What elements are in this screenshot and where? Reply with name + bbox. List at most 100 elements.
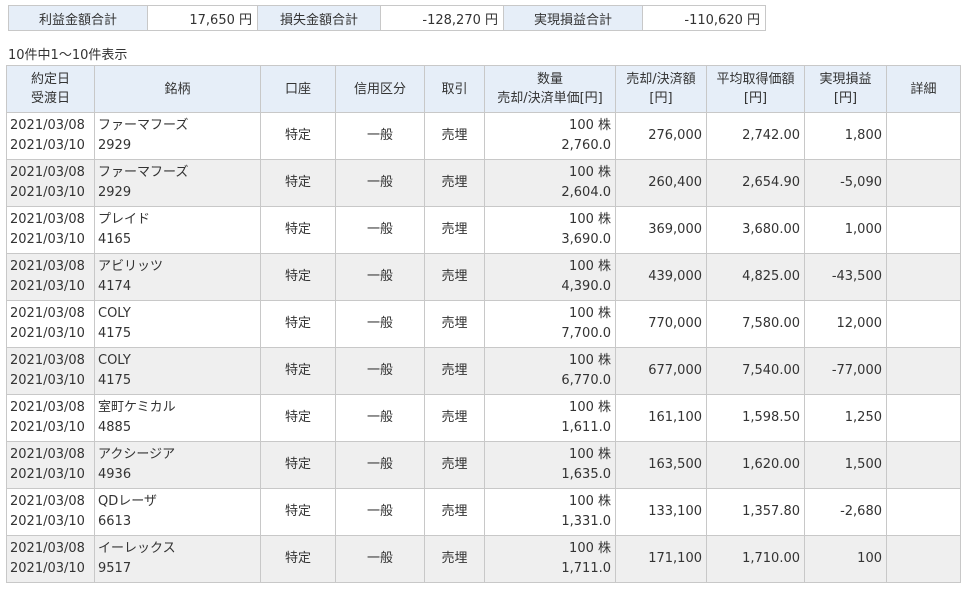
- security-cell: COLY 4175: [94, 347, 261, 395]
- qty-cell: 100 株 7,700.0: [484, 300, 616, 348]
- avg-price-unit: [円]: [743, 91, 768, 106]
- detail-cell[interactable]: [886, 206, 961, 254]
- amount-cell: 161,100: [615, 394, 707, 442]
- amount-cell: 133,100: [615, 488, 707, 536]
- table-row: 2021/03/08 2021/03/10 アビリッツ 4174 特定 一般 売埋 100 株…: [6, 253, 961, 301]
- pl-cell: 100: [804, 535, 887, 583]
- avg-price-cell: 4,825.00: [706, 253, 805, 301]
- col-header-name: 銘柄: [94, 65, 261, 113]
- avg-price-cell: 7,540.00: [706, 347, 805, 395]
- qty-cell: 100 株 1,635.0: [484, 441, 616, 489]
- account-cell: 特定: [260, 112, 336, 160]
- delivery-date: 2021/03/10: [10, 467, 85, 482]
- unit-price: 6,770.0: [561, 373, 611, 388]
- quantity: 100 株: [569, 212, 611, 227]
- trade-cell: 売埋: [424, 112, 485, 160]
- quantity: 100 株: [569, 447, 611, 462]
- quantity: 100 株: [569, 353, 611, 368]
- qty-cell: 100 株 4,390.0: [484, 253, 616, 301]
- detail-cell[interactable]: [886, 253, 961, 301]
- detail-cell[interactable]: [886, 488, 961, 536]
- col-header-amount: 売却/決済額 [円]: [615, 65, 707, 113]
- delivery-date: 2021/03/10: [10, 420, 85, 435]
- delivery-date: 2021/03/10: [10, 138, 85, 153]
- detail-cell[interactable]: [886, 159, 961, 207]
- contract-date: 2021/03/08: [10, 118, 85, 133]
- security-cell: ファーマフーズ 2929: [94, 159, 261, 207]
- amount-cell: 260,400: [615, 159, 707, 207]
- pl-cell: -5,090: [804, 159, 887, 207]
- dates-cell: 2021/03/08 2021/03/10: [6, 488, 95, 536]
- security-code: 4175: [98, 373, 132, 388]
- avg-price-cell: 1,710.00: [706, 535, 805, 583]
- detail-cell[interactable]: [886, 441, 961, 489]
- credit-cell: 一般: [335, 535, 425, 583]
- detail-cell[interactable]: [886, 535, 961, 583]
- detail-cell[interactable]: [886, 347, 961, 395]
- dates-cell: 2021/03/08 2021/03/10: [6, 535, 95, 583]
- pl-header: 実現損益: [819, 72, 872, 87]
- contract-date: 2021/03/08: [10, 353, 85, 368]
- col-header-qty: 数量 売却/決済単価[円]: [484, 65, 616, 113]
- detail-cell[interactable]: [886, 394, 961, 442]
- contract-date: 2021/03/08: [10, 212, 85, 227]
- trade-cell: 売埋: [424, 535, 485, 583]
- table-row: 2021/03/08 2021/03/10 ファーマフーズ 2929 特定 一般 売埋 100…: [6, 159, 961, 207]
- col-header-trade: 取引: [424, 65, 485, 113]
- dates-cell: 2021/03/08 2021/03/10: [6, 441, 95, 489]
- unit-price: 1,711.0: [561, 561, 611, 576]
- amount-cell: 163,500: [615, 441, 707, 489]
- avg-price-cell: 7,580.00: [706, 300, 805, 348]
- qty-cell: 100 株 2,760.0: [484, 112, 616, 160]
- loss-total-value: -128,270 円: [380, 5, 504, 31]
- contract-date: 2021/03/08: [10, 259, 85, 274]
- quantity: 100 株: [569, 118, 611, 133]
- contract-date: 2021/03/08: [10, 494, 85, 509]
- dates-cell: 2021/03/08 2021/03/10: [6, 206, 95, 254]
- amount-cell: 770,000: [615, 300, 707, 348]
- security-name: 室町ケミカル: [98, 400, 176, 415]
- table-row: 2021/03/08 2021/03/10 アクシージア 4936 特定 一般 売埋 100 …: [6, 441, 961, 489]
- detail-cell[interactable]: [886, 300, 961, 348]
- col-header-credit: 信用区分: [335, 65, 425, 113]
- account-cell: 特定: [260, 206, 336, 254]
- avg-price-header: 平均取得価額: [716, 72, 795, 87]
- account-cell: 特定: [260, 394, 336, 442]
- qty-cell: 100 株 1,331.0: [484, 488, 616, 536]
- security-cell: イーレックス 9517: [94, 535, 261, 583]
- qty-cell: 100 株 6,770.0: [484, 347, 616, 395]
- table-row: 2021/03/08 2021/03/10 イーレックス 9517 特定 一般 売埋 100 …: [6, 535, 961, 583]
- delivery-date: 2021/03/10: [10, 279, 85, 294]
- quantity: 100 株: [569, 259, 611, 274]
- unit-price: 1,331.0: [561, 514, 611, 529]
- trade-cell: 売埋: [424, 253, 485, 301]
- delivery-date-header: 受渡日: [30, 91, 70, 106]
- account-cell: 特定: [260, 441, 336, 489]
- pl-cell: -77,000: [804, 347, 887, 395]
- avg-price-cell: 1,357.80: [706, 488, 805, 536]
- credit-cell: 一般: [335, 394, 425, 442]
- security-name: イーレックス: [98, 541, 176, 556]
- realized-total-label: 実現損益合計: [503, 5, 643, 31]
- amount-cell: 171,100: [615, 535, 707, 583]
- pl-cell: 12,000: [804, 300, 887, 348]
- security-code: 4885: [98, 420, 132, 435]
- table-row: 2021/03/08 2021/03/10 プレイド 4165 特定 一般 売埋 100 株 3…: [6, 206, 961, 254]
- unit-price: 2,604.0: [561, 185, 611, 200]
- credit-cell: 一般: [335, 488, 425, 536]
- col-header-avg: 平均取得価額 [円]: [706, 65, 805, 113]
- qty-cell: 100 株 3,690.0: [484, 206, 616, 254]
- table-row: 2021/03/08 2021/03/10 COLY 4175 特定 一般 売埋 100 株 6…: [6, 347, 961, 395]
- delivery-date: 2021/03/10: [10, 232, 85, 247]
- security-name: ファーマフーズ: [98, 118, 189, 133]
- amount-cell: 677,000: [615, 347, 707, 395]
- table-header-row: 約定日 受渡日 銘柄 口座 信用区分 取引 数量 売却/決済単価[円] 売却/決…: [6, 65, 961, 113]
- quantity: 100 株: [569, 494, 611, 509]
- avg-price-cell: 2,742.00: [706, 112, 805, 160]
- trade-cell: 売埋: [424, 488, 485, 536]
- detail-cell[interactable]: [886, 112, 961, 160]
- dates-cell: 2021/03/08 2021/03/10: [6, 159, 95, 207]
- quantity: 100 株: [569, 400, 611, 415]
- security-code: 9517: [98, 561, 132, 576]
- security-name: アビリッツ: [98, 259, 164, 274]
